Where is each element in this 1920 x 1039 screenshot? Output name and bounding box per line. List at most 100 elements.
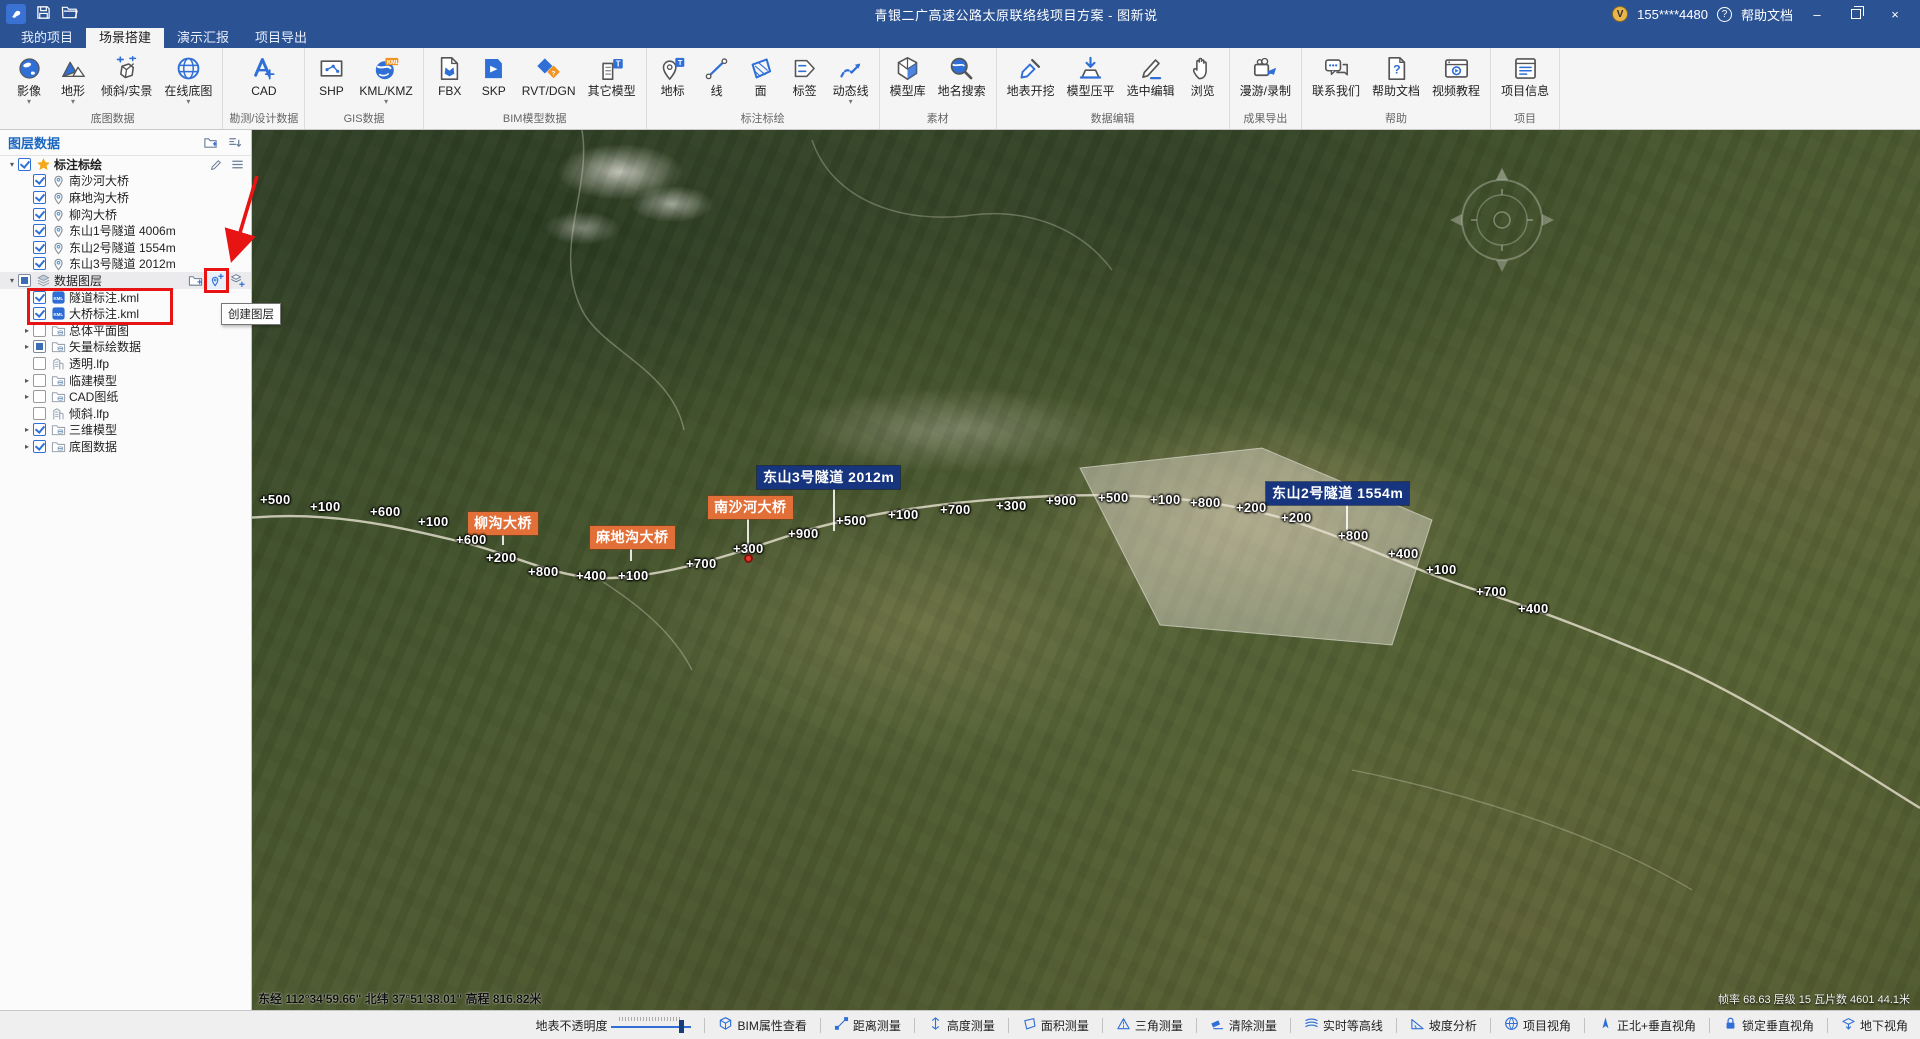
status-tool-正北+垂直视角[interactable]: 正北+垂直视角: [1598, 1016, 1696, 1034]
layer-row-倾斜.lfp[interactable]: 倾斜.lfp: [15, 405, 251, 422]
layer-checkbox[interactable]: [33, 407, 46, 420]
status-tool-三角测量[interactable]: 三角测量: [1116, 1016, 1183, 1034]
status-tool-项目视角[interactable]: 项目视角: [1504, 1016, 1571, 1034]
layer-row-临建模型[interactable]: ▸临建模型: [15, 372, 251, 389]
status-tool-锁定垂直视角[interactable]: 锁定垂直视角: [1723, 1016, 1814, 1034]
status-tool-实时等高线[interactable]: 实时等高线: [1304, 1016, 1383, 1034]
layers-add-icon[interactable]: [229, 272, 246, 289]
tab-我的项目[interactable]: 我的项目: [8, 28, 86, 48]
tunnel-badge[interactable]: 东山2号隧道 1554m: [1266, 482, 1409, 505]
layer-row-三维模型[interactable]: ▸三维模型: [15, 422, 251, 439]
expander-closed-icon[interactable]: ▸: [21, 425, 33, 434]
ribbon-button-影像[interactable]: 影像▾: [7, 51, 51, 108]
ribbon-button-动态线[interactable]: 动态线▾: [827, 51, 875, 108]
layer-row-总体平面图[interactable]: ▸总体平面图: [15, 322, 251, 339]
help-question-icon[interactable]: ?: [1717, 7, 1732, 22]
map-3d-view[interactable]: 东山3号隧道 2012m东山2号隧道 1554m柳沟大桥麻地沟大桥南沙河大桥+5…: [252, 130, 1920, 1010]
ribbon-button-线[interactable]: 线: [695, 51, 739, 108]
layer-row-标注标绘[interactable]: ▾标注标绘: [0, 156, 251, 173]
layer-row-柳沟大桥[interactable]: 柳沟大桥: [15, 206, 251, 223]
expander-closed-icon[interactable]: ▸: [21, 326, 33, 335]
ribbon-button-模型压平[interactable]: 模型压平: [1061, 51, 1121, 108]
surface-opacity-slider[interactable]: [611, 1016, 691, 1034]
ribbon-button-项目信息[interactable]: 项目信息: [1495, 51, 1555, 108]
ribbon-button-倾斜/实景[interactable]: 倾斜/实景: [95, 51, 158, 108]
layer-row-隧道标注.kml[interactable]: KML隧道标注.kml: [15, 289, 251, 306]
ribbon-button-浏览[interactable]: 浏览: [1181, 51, 1225, 108]
ribbon-button-其它模型[interactable]: T其它模型: [582, 51, 642, 108]
tab-场景搭建[interactable]: 场景搭建: [86, 28, 164, 48]
status-tool-距离测量[interactable]: 距离测量: [834, 1016, 901, 1034]
layer-checkbox[interactable]: [33, 257, 46, 270]
tunnel-badge[interactable]: 东山3号隧道 2012m: [757, 466, 900, 489]
account-name[interactable]: 155****4480: [1637, 7, 1708, 22]
ribbon-button-地名搜索[interactable]: 地名搜索: [932, 51, 992, 108]
ribbon-button-RVT/DGN[interactable]: ?RVT/DGN: [516, 51, 582, 108]
layer-checkbox[interactable]: [33, 374, 46, 387]
expander-closed-icon[interactable]: ▸: [21, 342, 33, 351]
compass-navigator[interactable]: [1442, 160, 1562, 280]
layer-row-麻地沟大桥[interactable]: 麻地沟大桥: [15, 189, 251, 206]
status-tool-坡度分析[interactable]: 坡度分析: [1410, 1016, 1477, 1034]
layer-checkbox[interactable]: [33, 174, 46, 187]
pin-add-boxed-icon[interactable]: [208, 272, 225, 289]
layer-row-数据图层[interactable]: ▾数据图层: [0, 272, 251, 289]
ribbon-button-地形[interactable]: 地形▾: [51, 51, 95, 108]
list-icon[interactable]: [229, 156, 246, 173]
tab-演示汇报[interactable]: 演示汇报: [164, 28, 242, 48]
ribbon-button-KML/KMZ[interactable]: KMLKML/KMZ▾: [353, 51, 418, 108]
edit-icon[interactable]: [208, 156, 225, 173]
layer-row-东山1号隧道 4006m[interactable]: 东山1号隧道 4006m: [15, 222, 251, 239]
layer-row-大桥标注.kml[interactable]: KML大桥标注.kml: [15, 305, 251, 322]
folder-add-icon[interactable]: [187, 272, 204, 289]
layer-row-CAD图纸[interactable]: ▸CAD图纸: [15, 388, 251, 405]
bridge-badge[interactable]: 麻地沟大桥: [590, 526, 675, 549]
status-tool-地下视角[interactable]: 地下视角: [1841, 1016, 1908, 1034]
ribbon-button-CAD[interactable]: CAD: [242, 51, 286, 108]
layer-checkbox[interactable]: [33, 357, 46, 370]
layer-checkbox[interactable]: [33, 390, 46, 403]
ribbon-button-面[interactable]: 面: [739, 51, 783, 108]
ribbon-button-帮助文档[interactable]: ?帮助文档: [1366, 51, 1426, 108]
layer-checkbox[interactable]: [33, 423, 46, 436]
layer-row-底图数据[interactable]: ▸底图数据: [15, 438, 251, 455]
minimize-button[interactable]: –: [1802, 2, 1832, 26]
ribbon-button-FBX[interactable]: FBX: [428, 51, 472, 108]
close-button[interactable]: ×: [1880, 2, 1910, 26]
ribbon-button-标签[interactable]: 标签: [783, 51, 827, 108]
layer-checkbox[interactable]: [33, 241, 46, 254]
ribbon-button-在线底图[interactable]: 在线底图▾: [158, 51, 218, 108]
layer-checkbox[interactable]: [33, 307, 46, 320]
layer-checkbox[interactable]: [33, 324, 46, 337]
ribbon-button-选中编辑[interactable]: 选中编辑: [1121, 51, 1181, 108]
layer-checkbox[interactable]: [33, 191, 46, 204]
ribbon-button-模型库[interactable]: 模型库: [884, 51, 932, 108]
layer-row-东山2号隧道 1554m[interactable]: 东山2号隧道 1554m: [15, 239, 251, 256]
save-icon[interactable]: [36, 5, 51, 23]
ribbon-button-联系我们[interactable]: 联系我们: [1306, 51, 1366, 108]
expander-closed-icon[interactable]: ▸: [21, 376, 33, 385]
status-tool-高度测量[interactable]: 高度测量: [928, 1016, 995, 1034]
add-group-folder-icon[interactable]: [202, 134, 219, 151]
ribbon-button-地标[interactable]: T地标: [651, 51, 695, 108]
status-tool-BIM属性查看[interactable]: BIM属性查看: [718, 1016, 806, 1034]
ribbon-button-地表开挖[interactable]: 地表开挖: [1001, 51, 1061, 108]
layer-checkbox[interactable]: [18, 274, 31, 287]
ribbon-button-SKP[interactable]: SKP: [472, 51, 516, 108]
help-doc-link[interactable]: 帮助文档: [1741, 5, 1793, 24]
layer-row-透明.lfp[interactable]: 透明.lfp: [15, 355, 251, 372]
layer-checkbox[interactable]: [18, 158, 31, 171]
layer-checkbox[interactable]: [33, 340, 46, 353]
sort-layers-icon[interactable]: [226, 134, 243, 151]
ribbon-button-SHP[interactable]: SHP: [309, 51, 353, 108]
layer-row-东山3号隧道 2012m[interactable]: 东山3号隧道 2012m: [15, 256, 251, 273]
ribbon-button-漫游/录制[interactable]: 漫游/录制: [1234, 51, 1297, 108]
open-folder-icon[interactable]: [61, 5, 78, 23]
status-tool-面积测量[interactable]: 面积测量: [1022, 1016, 1089, 1034]
expander-closed-icon[interactable]: ▸: [21, 442, 33, 451]
expander-open-icon[interactable]: ▾: [6, 276, 18, 285]
layer-checkbox[interactable]: [33, 208, 46, 221]
layer-row-南沙河大桥[interactable]: 南沙河大桥: [15, 173, 251, 190]
bridge-badge[interactable]: 南沙河大桥: [708, 496, 793, 519]
expander-open-icon[interactable]: ▾: [6, 160, 18, 169]
